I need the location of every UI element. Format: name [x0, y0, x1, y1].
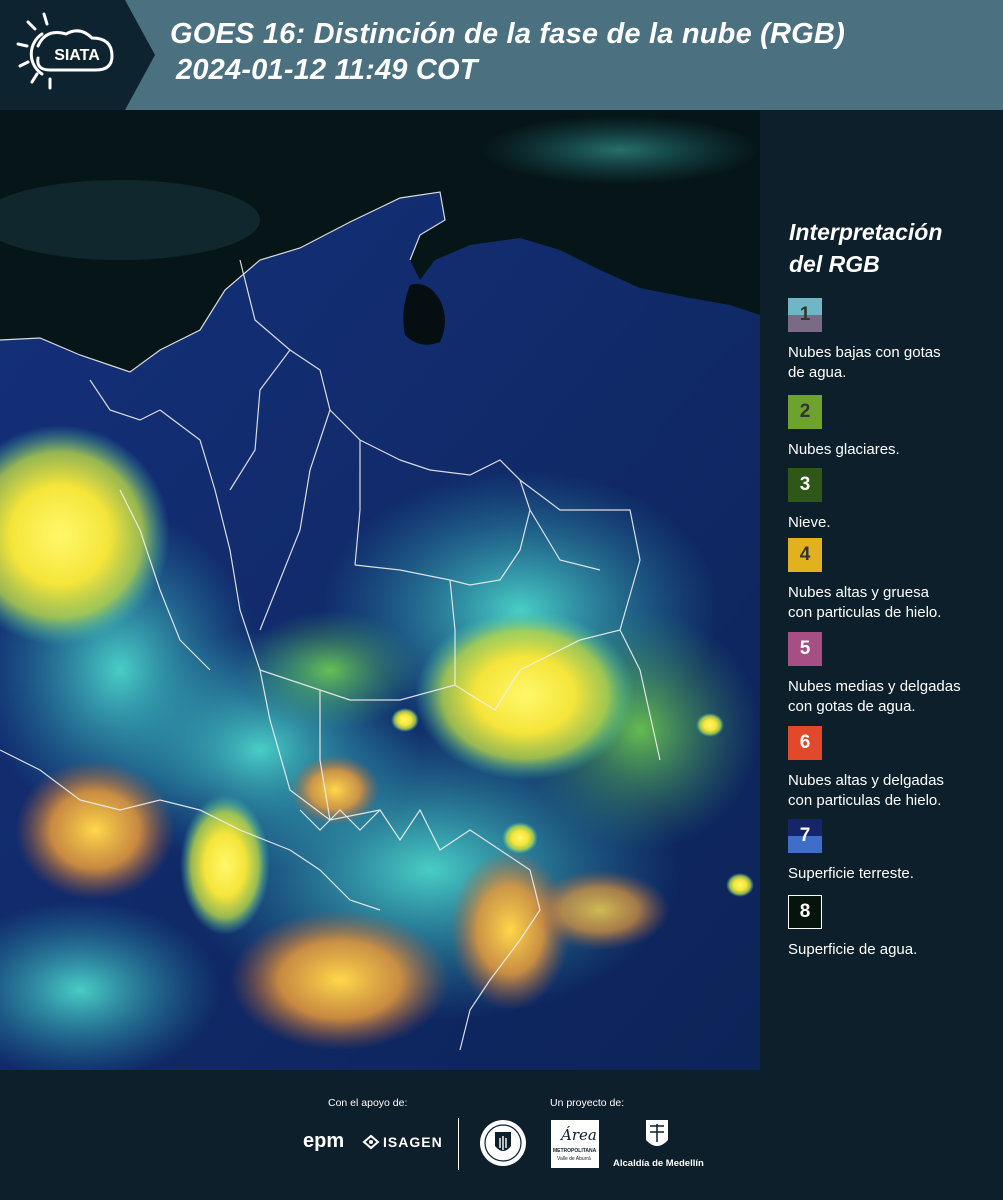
- legend-number-7: 7: [799, 825, 811, 846]
- legend-label-2-line1: Nubes glaciares.: [788, 441, 900, 458]
- legend-label-1-line1: Nubes bajas con gotas: [788, 344, 941, 361]
- support-label: Con el apoyo de:: [328, 1097, 408, 1109]
- alcaldia-coat-of-arms-icon: [646, 1120, 668, 1146]
- seal-logo: [480, 1120, 526, 1166]
- legend-title-line1: Interpretación: [789, 219, 943, 245]
- legend-swatch-2: 2: [788, 395, 822, 429]
- area-metropolitana-logo: Área METROPOLITANA Valle de Aburrá: [551, 1120, 599, 1168]
- legend-item-3: 3 Nieve.: [788, 468, 998, 533]
- legend-item-2: 2 Nubes glaciares.: [788, 395, 998, 460]
- isagen-logo-icon: [362, 1134, 380, 1150]
- legend-label-3: Nieve.: [788, 513, 998, 533]
- legend-item-6: 6 Nubes altas y delgadas con particulas …: [788, 726, 998, 811]
- legend-number-2: 2: [799, 401, 811, 422]
- legend-label-7-line1: Superficie terreste.: [788, 865, 914, 882]
- legend-swatch-6: 6: [788, 726, 822, 760]
- legend-number-3: 3: [799, 474, 811, 495]
- legend-label-5-line2: con gotas de agua.: [788, 698, 916, 715]
- legend-label-1-line2: de agua.: [788, 364, 847, 381]
- legend-label-2: Nubes glaciares.: [788, 440, 998, 460]
- legend-title-line2: del RGB: [789, 251, 880, 277]
- area-logo-line3: Valle de Aburrá: [557, 1156, 591, 1162]
- legend-panel: Interpretación del RGB 1 Nubes bajas con…: [760, 110, 1003, 1070]
- legend-number-5: 5: [799, 638, 811, 659]
- legend-label-5-line1: Nubes medias y delgadas: [788, 678, 961, 695]
- legend-label-1: Nubes bajas con gotas de agua.: [788, 343, 998, 383]
- area-logo-line2: METROPOLITANA: [553, 1148, 597, 1154]
- epm-logo: epm: [303, 1130, 345, 1152]
- legend-label-4: Nubes altas y gruesa con particulas de h…: [788, 583, 998, 623]
- legend-swatch-7: 7: [788, 819, 822, 853]
- area-logo-word: Área: [561, 1126, 597, 1144]
- footer: Con el apoyo de: Un proyecto de: epm ISA…: [0, 1070, 1003, 1200]
- satellite-map: [0, 110, 760, 1070]
- convective-cloud-east: [415, 610, 635, 780]
- legend-item-1: 1 Nubes bajas con gotas de agua.: [788, 298, 998, 383]
- siata-logo-text: SIATA: [54, 47, 100, 64]
- isagen-logo: ISAGEN: [383, 1134, 443, 1150]
- legend-item-8: 8 Superficie de agua.: [788, 895, 998, 960]
- legend-swatch-1: 1: [788, 298, 822, 332]
- legend-label-6-line1: Nubes altas y delgadas: [788, 772, 944, 789]
- legend-label-6-line2: con particulas de hielo.: [788, 792, 942, 809]
- legend-label-5: Nubes medias y delgadas con gotas de agu…: [788, 677, 998, 717]
- legend-label-8: Superficie de agua.: [788, 940, 998, 960]
- legend-number-8: 8: [799, 901, 811, 922]
- legend-number-1: 1: [799, 304, 811, 325]
- footer-divider: [458, 1118, 459, 1170]
- legend-number-6: 6: [799, 732, 811, 753]
- legend-item-5: 5 Nubes medias y delgadas con gotas de a…: [788, 632, 998, 717]
- project-label: Un proyecto de:: [550, 1097, 625, 1109]
- legend-swatch-3: 3: [788, 468, 822, 502]
- header-bar: SIATA GOES 16: Distinción de la fase de …: [0, 0, 1003, 110]
- title-datetime: 2024-01-12 11:49 COT: [176, 54, 478, 86]
- legend-title: Interpretación del RGB: [789, 216, 942, 280]
- legend-item-7: 7 Superficie terreste.: [788, 819, 998, 884]
- legend-label-3-line1: Nieve.: [788, 514, 831, 531]
- legend-swatch-8: 8: [788, 895, 822, 929]
- legend-swatch-5: 5: [788, 632, 822, 666]
- title-product: GOES 16: Distinción de la fase de la nub…: [170, 18, 845, 50]
- page-title: GOES 16: Distinción de la fase de la nub…: [170, 16, 845, 88]
- legend-label-6: Nubes altas y delgadas con particulas de…: [788, 771, 998, 811]
- legend-label-7: Superficie terreste.: [788, 864, 998, 884]
- legend-swatch-4: 4: [788, 538, 822, 572]
- alcaldia-logo: Alcaldía de Medellín: [613, 1158, 704, 1169]
- legend-label-8-line1: Superficie de agua.: [788, 941, 918, 958]
- legend-label-4-line2: con particulas de hielo.: [788, 604, 942, 621]
- legend-label-4-line1: Nubes altas y gruesa: [788, 584, 929, 601]
- legend-item-4: 4 Nubes altas y gruesa con particulas de…: [788, 538, 998, 623]
- legend-number-4: 4: [799, 544, 811, 565]
- satellite-image: [0, 110, 760, 1070]
- siata-logo-block: SIATA: [0, 0, 155, 110]
